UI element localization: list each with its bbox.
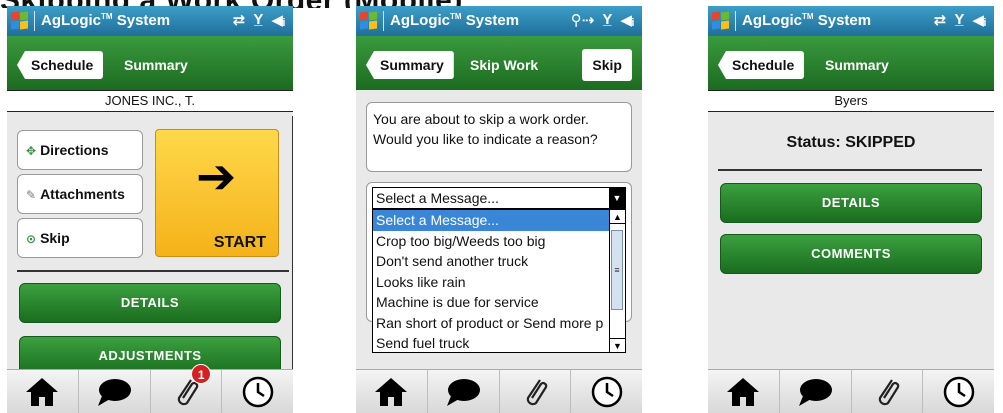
messages-button[interactable] [780,370,852,413]
arrow-right-icon: ➔ [196,151,237,204]
crosshair-icon: ✥ [26,144,37,158]
app-title: AgLogicTM System [41,12,171,29]
signal-icon: Y̲ [253,11,264,28]
work-order-status: Status: SKIPPED [786,134,916,151]
screenshot-stage: Skipping a Work Order (Mobile) AgLogicTM… [0,0,1003,413]
status-icons: ⇄ Y̲ ◀ᵢ [233,11,285,29]
messages-button[interactable] [428,370,500,413]
attachments-button[interactable]: ✎ Attachments [17,174,143,214]
app-title: AgLogicTM System [742,12,872,29]
reason-select[interactable]: Select a Message... ▼ [372,187,626,209]
dropdown-option[interactable]: Select a Message... [373,210,610,231]
status-bar: AgLogicTM System ⇄ Y̲ ◀ᵢ [7,6,293,36]
home-button[interactable] [708,370,780,413]
phone-screen-skip-work: AgLogicTM System ⚲⇢ Y̲ ◀ᵢ Summary Skip W… [356,6,642,413]
schedule-back-button[interactable]: Schedule [17,51,104,79]
attachment-count-badge: 1 [191,364,212,384]
history-button[interactable] [222,370,293,413]
skip-confirm-button[interactable]: Skip [582,49,632,81]
clock-icon [242,376,273,407]
volume-icon[interactable]: ◀ᵢ [271,11,285,29]
history-button[interactable] [571,370,642,413]
status-bar: AgLogicTM System ⚲⇢ Y̲ ◀ᵢ [356,6,642,36]
comments-button[interactable]: COMMENTS [720,234,982,274]
home-button[interactable] [356,370,428,413]
home-icon [375,377,408,406]
dropdown-option[interactable]: Don't send another truck [373,251,610,272]
divider [17,270,289,272]
skip-prompt: You are about to skip a work order. Woul… [366,102,632,172]
details-button[interactable]: DETAILS [720,183,982,223]
scroll-thumb[interactable]: ≡ [611,230,623,310]
sync-icon: ⇄ [933,12,947,29]
status-icons: ⇄ Y̲ ◀ᵢ [934,11,986,29]
volume-icon[interactable]: ◀ᵢ [972,11,986,29]
bottom-nav [356,369,642,413]
messages-button[interactable] [79,370,151,413]
attachments-tab-button[interactable]: 1 [151,364,223,413]
dropdown-option[interactable]: Ran short of product or Send more p [373,313,610,334]
reason-dropdown-list[interactable]: Select a Message... Crop too big/Weeds t… [372,209,626,353]
chevron-down-icon[interactable]: ▼ [609,188,625,208]
home-icon [727,377,760,406]
scrollbar[interactable]: ▲ ≡ ▼ [292,116,293,370]
bottom-nav: 1 [7,364,293,413]
dropdown-option[interactable]: Send fuel truck [373,333,610,354]
scroll-up-icon[interactable]: ▲ [610,210,625,224]
nav-bar: Summary Skip Work Skip [356,36,642,90]
paperclip-icon [526,378,548,405]
summary-back-button[interactable]: Summary [366,51,454,79]
radio-icon: ⊙ [26,232,37,246]
dropdown-option[interactable]: Crop too big/Weeds too big [373,231,610,252]
status-bar: AgLogicTM System ⇄ Y̲ ◀ᵢ [708,6,994,36]
start-label: START [213,234,266,251]
nav-bar: Schedule Summary [708,36,994,90]
chat-icon [799,378,833,406]
nav-title: Summary [825,57,889,73]
home-icon [26,377,59,406]
details-button[interactable]: DETAILS [19,283,281,323]
attachments-tab-button[interactable] [852,370,924,413]
dropdown-scrollbar[interactable]: ▲ ≡ ▼ [609,210,625,352]
phone-screen-summary: AgLogicTM System ⇄ Y̲ ◀ᵢ Schedule Summar… [7,6,293,413]
sync-icon: ⇄ [232,12,246,29]
app-title: AgLogicTM System [390,12,520,29]
chat-icon [447,378,481,406]
signal-icon: Y̲ [954,11,965,28]
directions-button[interactable]: ✥ Directions [17,130,143,170]
windows-start-icon[interactable] [360,11,378,30]
clock-icon [591,376,622,407]
windows-start-icon[interactable] [712,11,730,30]
dropdown-option[interactable]: Machine is due for service [373,292,610,313]
customer-name: Byers [708,90,994,112]
status-separator [34,11,35,31]
home-button[interactable] [7,370,79,413]
status-separator [735,11,736,31]
phone-screen-summary-skipped: AgLogicTM System ⇄ Y̲ ◀ᵢ Schedule Summar… [708,6,994,413]
clock-icon [943,376,974,407]
dropdown-option[interactable]: Looks like rain [373,272,610,293]
windows-start-icon[interactable] [11,11,29,30]
scroll-down-icon[interactable]: ▼ [610,338,625,352]
skip-button[interactable]: ⊙ Skip [17,218,143,258]
status-icons: ⚲⇢ Y̲ ◀ᵢ [571,11,634,29]
attachments-tab-button[interactable] [500,370,572,413]
paperclip-icon: ✎ [26,188,37,202]
paperclip-icon [878,378,900,405]
start-button[interactable]: ➔ START [155,129,279,257]
nav-title: Skip Work [470,57,539,73]
bottom-nav [708,369,994,413]
sync-person-icon: ⚲⇢ [570,12,595,29]
status-separator [383,11,384,31]
volume-icon[interactable]: ◀ᵢ [620,11,634,29]
history-button[interactable] [923,370,994,413]
chat-icon [98,378,132,406]
customer-name: JONES INC., T. [7,90,293,112]
nav-bar: Schedule Summary [7,36,293,90]
schedule-back-button[interactable]: Schedule [718,51,805,79]
nav-title: Summary [124,57,188,73]
reason-select-value: Select a Message... [376,190,499,206]
divider [718,169,982,171]
signal-icon: Y̲ [602,11,613,28]
